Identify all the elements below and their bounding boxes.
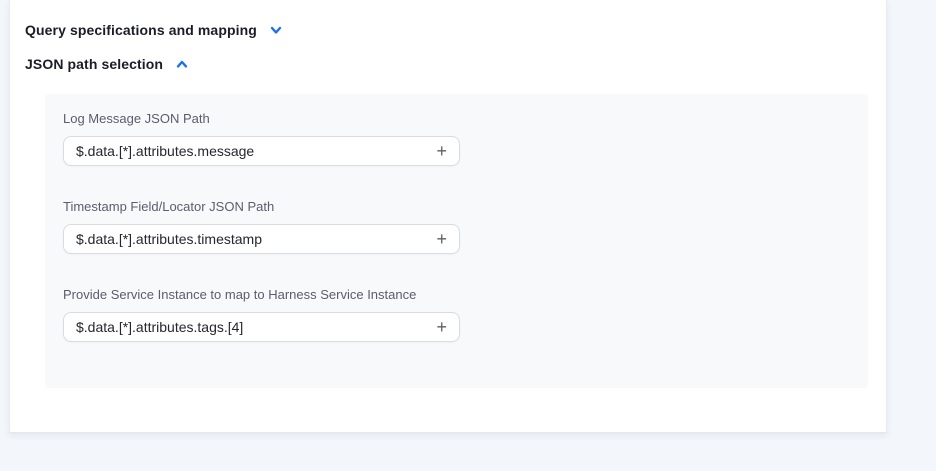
chevron-up-icon[interactable] <box>174 56 190 72</box>
field-timestamp-json-path: Timestamp Field/Locator JSON Path + <box>63 199 850 254</box>
chevron-down-icon[interactable] <box>268 22 284 38</box>
log-message-json-path-input-wrap: + <box>63 136 460 166</box>
section-json-path-selection-title: JSON path selection <box>25 56 163 72</box>
query-mapping-card: Query specifications and mapping JSON pa… <box>9 0 887 433</box>
log-message-json-path-label: Log Message JSON Path <box>63 111 850 127</box>
plus-icon[interactable]: + <box>434 142 449 160</box>
timestamp-json-path-input-wrap: + <box>63 224 460 254</box>
service-instance-json-path-input[interactable] <box>76 313 434 341</box>
plus-icon[interactable]: + <box>434 318 449 336</box>
field-service-instance-json-path: Provide Service Instance to map to Harne… <box>63 287 850 342</box>
field-log-message-json-path: Log Message JSON Path + <box>63 111 850 166</box>
json-path-panel: Log Message JSON Path + Timestamp Field/… <box>45 94 868 388</box>
section-query-specifications[interactable]: Query specifications and mapping <box>25 22 284 38</box>
timestamp-json-path-label: Timestamp Field/Locator JSON Path <box>63 199 850 215</box>
section-query-specifications-title: Query specifications and mapping <box>25 22 257 38</box>
section-json-path-selection[interactable]: JSON path selection <box>25 56 190 72</box>
service-instance-json-path-label: Provide Service Instance to map to Harne… <box>63 287 850 303</box>
service-instance-json-path-input-wrap: + <box>63 312 460 342</box>
log-message-json-path-input[interactable] <box>76 137 434 165</box>
timestamp-json-path-input[interactable] <box>76 225 434 253</box>
plus-icon[interactable]: + <box>434 230 449 248</box>
